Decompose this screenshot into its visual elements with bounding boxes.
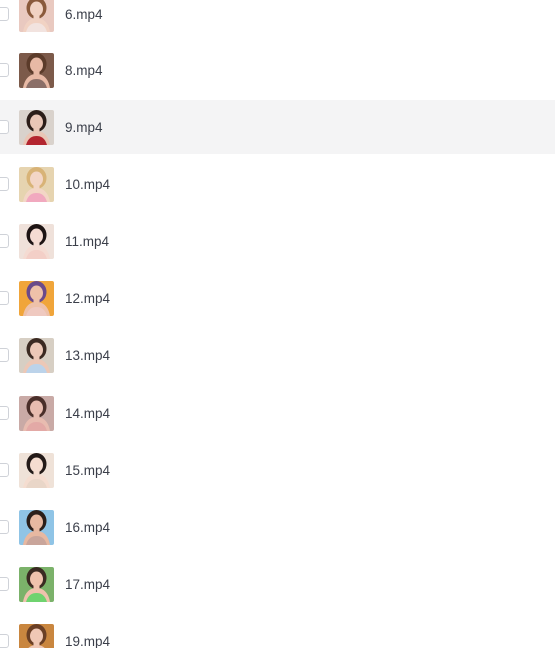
file-name[interactable]: 9.mp4 [65, 120, 103, 135]
video-thumbnail[interactable] [19, 280, 54, 316]
video-thumbnail[interactable] [19, 223, 54, 259]
file-row[interactable]: 12.mp4 [0, 271, 555, 325]
checkbox-icon[interactable] [0, 520, 9, 534]
file-row[interactable]: 17.mp4 [0, 557, 555, 611]
video-thumbnail[interactable] [19, 509, 54, 545]
video-thumbnail[interactable] [19, 566, 54, 602]
checkbox-icon[interactable] [0, 234, 9, 248]
file-name[interactable]: 12.mp4 [65, 291, 110, 306]
checkbox-icon[interactable] [0, 463, 9, 477]
video-thumbnail[interactable] [19, 109, 54, 145]
file-row[interactable]: 8.mp4 [0, 43, 555, 97]
file-row[interactable]: 16.mp4 [0, 500, 555, 554]
checkbox-icon[interactable] [0, 63, 9, 77]
file-row[interactable]: 13.mp4 [0, 328, 555, 382]
file-row[interactable]: 19.mp4 [0, 614, 555, 648]
checkbox-icon[interactable] [0, 120, 9, 134]
checkbox-icon[interactable] [0, 406, 9, 420]
file-name[interactable]: 17.mp4 [65, 577, 110, 592]
checkbox-icon[interactable] [0, 291, 9, 305]
video-thumbnail[interactable] [19, 166, 54, 202]
video-thumbnail[interactable] [19, 52, 54, 88]
checkbox-icon[interactable] [0, 634, 9, 648]
file-row[interactable]: 9.mp4 [0, 100, 555, 154]
file-name[interactable]: 16.mp4 [65, 520, 110, 535]
file-name[interactable]: 15.mp4 [65, 463, 110, 478]
file-name[interactable]: 8.mp4 [65, 63, 103, 78]
video-thumbnail[interactable] [19, 452, 54, 488]
file-name[interactable]: 11.mp4 [65, 234, 109, 249]
video-thumbnail[interactable] [19, 395, 54, 431]
file-list: 6.mp4 8.mp4 9.mp4 10.mp4 11.mp4 12.mp4 13.mp4 1… [0, 0, 555, 648]
file-row[interactable]: 14.mp4 [0, 386, 555, 440]
checkbox-icon[interactable] [0, 348, 9, 362]
file-row[interactable]: 10.mp4 [0, 157, 555, 211]
file-row[interactable]: 6.mp4 [0, 0, 555, 41]
file-row[interactable]: 15.mp4 [0, 443, 555, 497]
video-thumbnail[interactable] [19, 0, 54, 32]
video-thumbnail[interactable] [19, 337, 54, 373]
checkbox-icon[interactable] [0, 577, 9, 591]
file-name[interactable]: 6.mp4 [65, 7, 103, 22]
file-row[interactable]: 11.mp4 [0, 214, 555, 268]
file-name[interactable]: 19.mp4 [65, 634, 110, 648]
video-thumbnail[interactable] [19, 623, 54, 648]
checkbox-icon[interactable] [0, 7, 9, 21]
file-name[interactable]: 10.mp4 [65, 177, 110, 192]
file-name[interactable]: 14.mp4 [65, 406, 110, 421]
file-name[interactable]: 13.mp4 [65, 348, 110, 363]
checkbox-icon[interactable] [0, 177, 9, 191]
